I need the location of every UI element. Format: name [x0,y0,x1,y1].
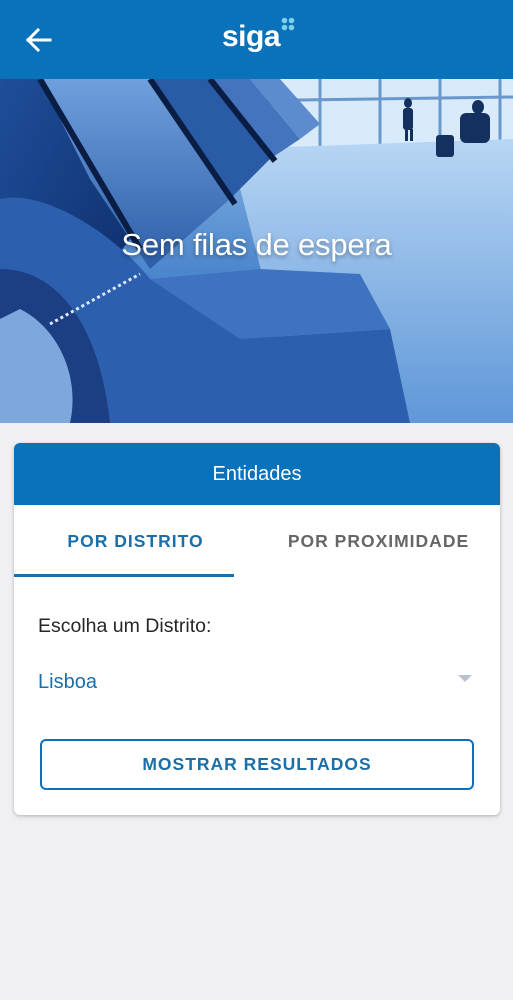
arrow-left-icon [26,28,52,52]
back-button[interactable] [14,20,66,60]
card-header: Entidades [14,443,500,505]
tab-por-distrito[interactable]: POR DISTRITO [14,505,257,577]
tab-por-proximidade[interactable]: POR PROXIMIDADE [257,505,500,577]
district-field-label: Escolha um Distrito: [38,615,212,637]
logo-dots-icon [281,17,295,31]
tab-bar: POR DISTRITO POR PROXIMIDADE [14,505,500,577]
hero-banner: Sem filas de espera [0,79,513,423]
active-tab-indicator [14,574,234,577]
district-select[interactable]: Lisboa [38,657,472,707]
logo-text: siga [222,20,281,53]
hero-caption: Sem filas de espera [121,227,392,262]
entities-card: Entidades POR DISTRITO POR PROXIMIDADE E… [14,443,500,815]
app-bar: siga [0,0,513,79]
show-results-button[interactable]: MOSTRAR RESULTADOS [40,739,474,790]
caret-down-icon [458,675,472,682]
district-select-value: Lisboa [38,670,97,693]
siga-logo: siga [222,17,295,58]
